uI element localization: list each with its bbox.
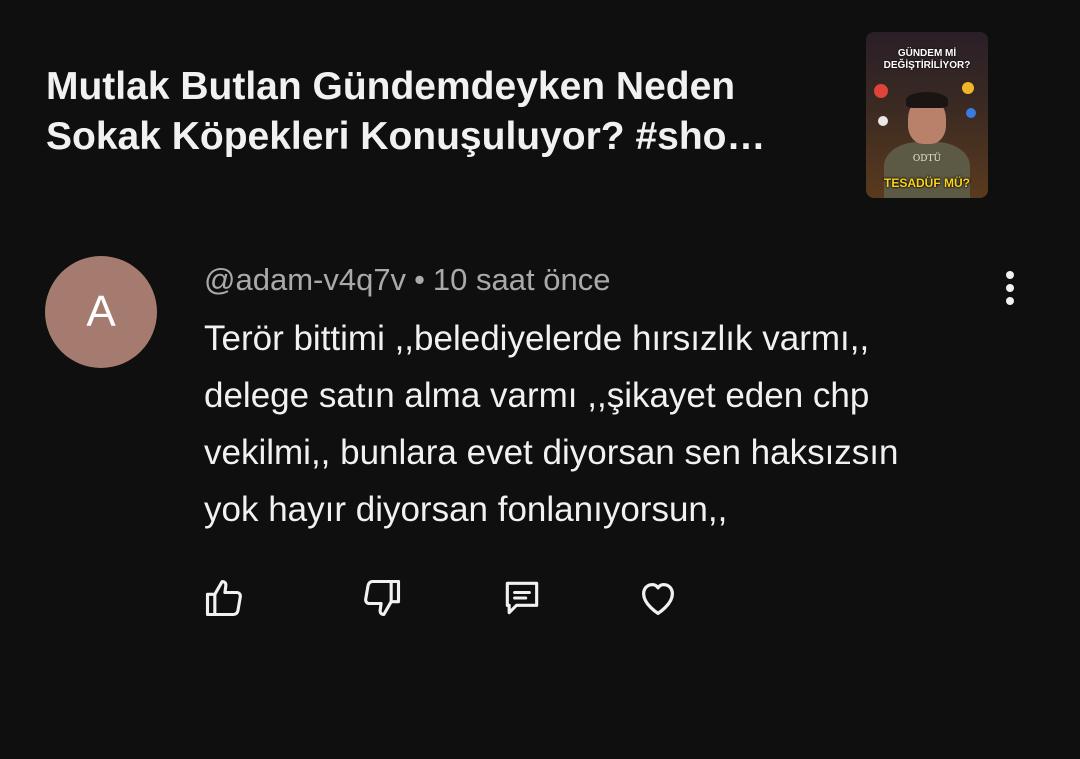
video-title-line-2: Sokak Köpekleri Konuşuluyor? #sho… [46,115,766,158]
more-options-button[interactable] [990,266,1030,310]
comment-timestamp: 10 saat önce [432,262,611,297]
avatar[interactable]: A [45,256,157,368]
comment-author[interactable]: @adam-v4q7v [204,262,406,297]
heart-button[interactable] [634,574,682,622]
thumbnail-decoration [966,108,976,118]
more-vertical-icon-dot [1006,284,1014,292]
comment-text-line: Terör bittimi ,,belediyelerde hırsızlık … [204,319,870,358]
comment-text-line: yok hayır diyorsan fonlanıyorsun,, [204,490,728,529]
video-thumbnail[interactable]: GÜNDEM Mİ DEĞİŞTİRİLİYOR? ODTÜ TESADÜF M… [866,32,988,198]
thumbnail-decoration [878,116,888,126]
comment-meta: @adam-v4q7v • 10 saat önce [204,262,610,298]
thumbs-up-icon [205,579,242,617]
thumbnail-decoration [962,82,974,94]
like-button[interactable] [200,574,248,622]
thumbs-down-icon [364,579,401,617]
comment-text: Terör bittimi ,,belediyelerde hırsızlık … [204,310,994,538]
thumbnail-top-text-line-1: GÜNDEM Mİ [897,48,957,59]
thumbnail-bottom-text: TESADÜF MÜ? [884,176,970,190]
dislike-button[interactable] [358,574,406,622]
thumbnail-person-hair [906,92,948,108]
comment-text-line: vekilmi,, bunlara evet diyorsan sen haks… [204,433,899,472]
meta-separator: • [414,262,425,297]
comment-text-line: delege satın alma varmı ,,şikayet eden c… [204,376,870,415]
thumbnail-shirt-text: ODTÜ [912,154,942,164]
video-title[interactable]: Mutlak Butlan Gündemdeyken Neden Sokak K… [46,62,826,162]
more-vertical-icon [1006,271,1014,279]
more-vertical-icon-dot [1006,297,1014,305]
reply-button[interactable] [498,574,546,622]
thumbnail-top-text-line-2: DEĞİŞTİRİLİYOR? [883,60,971,71]
thumbnail-decoration [874,84,888,98]
heart-icon [641,582,675,615]
thumbnail-top-text: GÜNDEM Mİ DEĞİŞTİRİLİYOR? [866,48,988,72]
comment-icon [505,581,539,615]
video-title-line-1: Mutlak Butlan Gündemdeyken Neden [46,65,736,108]
